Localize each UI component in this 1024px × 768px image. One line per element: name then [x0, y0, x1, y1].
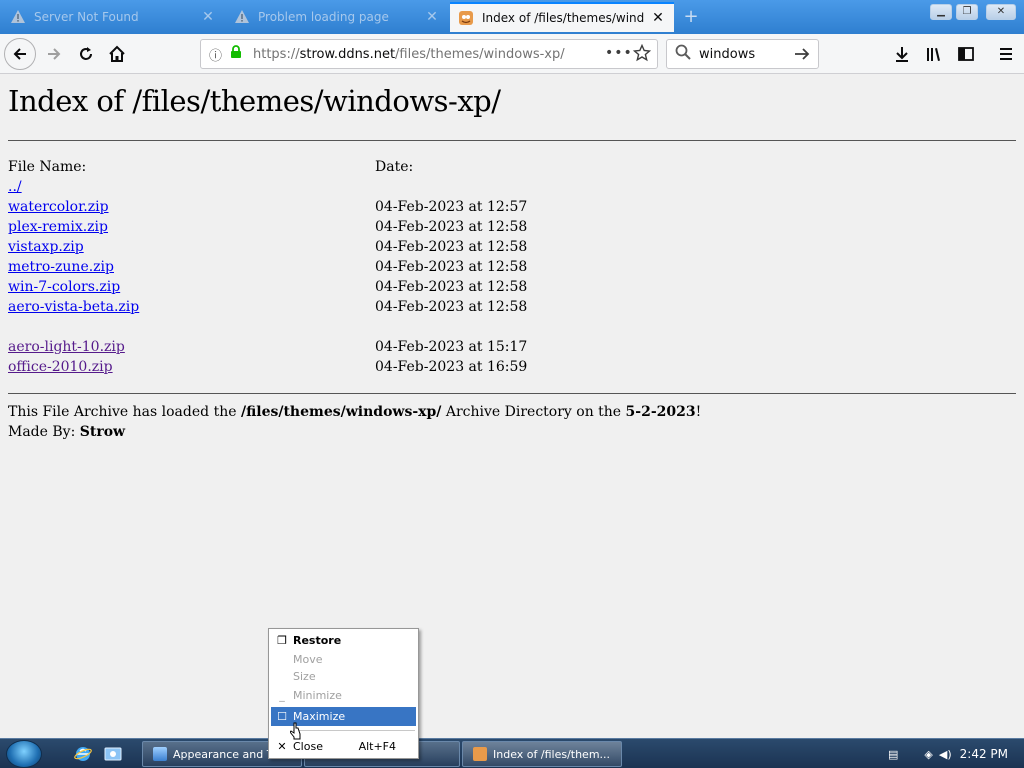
footer-text: Made By: — [8, 424, 80, 440]
page-actions-menu-icon[interactable]: ••• — [605, 45, 633, 61]
file-link[interactable]: win-7-colors.zip — [8, 279, 120, 295]
network-icon[interactable]: ◈ — [924, 748, 932, 761]
tab-title: Index of /files/themes/windows-xp/ — [482, 11, 644, 25]
tab-problem-loading[interactable]: Problem loading page ✕ — [226, 2, 448, 32]
home-icon[interactable] — [101, 38, 133, 70]
page-title: Index of /files/themes/windows-xp/ — [8, 84, 501, 118]
file-date: 04-Feb-2023 at 12:57 — [375, 199, 528, 215]
tab-close-icon[interactable]: ✕ — [200, 9, 216, 25]
tab-strip: Server Not Found ✕ Problem loading page … — [0, 0, 1024, 34]
file-date: 04-Feb-2023 at 12:58 — [375, 299, 528, 315]
navigation-toolbar: ⓘ https://strow.ddns.net/files/themes/wi… — [0, 34, 1024, 74]
file-date: 04-Feb-2023 at 12:58 — [375, 219, 528, 235]
file-date: 04-Feb-2023 at 12:58 — [375, 259, 528, 275]
file-date: 04-Feb-2023 at 12:58 — [375, 279, 528, 295]
file-link[interactable]: vistaxp.zip — [8, 239, 84, 255]
footer-directory: /files/themes/windows-xp/ — [240, 404, 442, 420]
downloads-icon[interactable] — [886, 38, 918, 70]
file-link[interactable]: aero-vista-beta.zip — [8, 299, 139, 315]
tab-index-active[interactable]: Index of /files/themes/windows-xp/ ✕ — [450, 2, 674, 32]
url-bar[interactable]: ⓘ https://strow.ddns.net/files/themes/wi… — [200, 39, 658, 69]
url-host: strow.ddns.net — [299, 46, 396, 62]
bookmark-star-icon[interactable] — [632, 43, 652, 66]
site-favicon-icon — [473, 747, 487, 761]
footer-line-author: Made By: Strow — [8, 424, 125, 440]
file-link[interactable]: metro-zune.zip — [8, 259, 114, 275]
file-link[interactable]: plex-remix.zip — [8, 219, 108, 235]
tab-title: Server Not Found — [34, 10, 139, 24]
menu-item-shortcut: Alt+F4 — [358, 740, 396, 753]
page-content: Index of /files/themes/windows-xp/ File … — [0, 74, 1024, 738]
divider — [8, 393, 1016, 394]
library-icon[interactable] — [918, 38, 950, 70]
menu-item-label: Size — [293, 670, 316, 683]
divider — [8, 140, 1016, 141]
forward-arrow-icon[interactable] — [38, 38, 70, 70]
file-link[interactable]: office-2010.zip — [8, 359, 113, 375]
menu-item-label: Restore — [293, 634, 342, 647]
footer-date: 5-2-2023 — [625, 404, 696, 420]
menu-item-label: Minimize — [293, 689, 342, 702]
tab-close-icon[interactable]: ✕ — [424, 9, 440, 25]
menu-item-restore[interactable]: ❐ Restore — [271, 631, 416, 650]
menu-item-label: Maximize — [293, 710, 346, 723]
tab-server-not-found[interactable]: Server Not Found ✕ — [2, 2, 224, 32]
url-path: /files/themes/windows-xp/ — [395, 46, 565, 62]
search-go-arrow-icon[interactable] — [793, 46, 811, 66]
mouse-pointer-icon — [289, 722, 304, 746]
taskbar-button-label: Appearance and T — [173, 747, 274, 761]
menu-separator — [293, 730, 415, 731]
tab-close-icon[interactable]: ✕ — [650, 10, 666, 26]
column-header-date: Date: — [375, 159, 414, 175]
system-tray: ▤ ◈ ◀) 2:42 PM — [874, 739, 1024, 768]
menu-item-label: Move — [293, 653, 323, 666]
menu-item-minimize[interactable]: _ Minimize — [271, 686, 416, 705]
control-panel-icon — [153, 747, 167, 761]
search-bar[interactable]: windows — [666, 39, 819, 69]
lock-icon[interactable] — [229, 45, 247, 63]
restore-window-icon[interactable]: ❐ — [956, 4, 978, 20]
footer-text: ! — [695, 404, 702, 420]
minimize-window-icon[interactable]: ▁ — [930, 4, 952, 20]
internet-explorer-icon[interactable] — [74, 745, 92, 763]
keyboard-icon[interactable]: ▤ — [888, 748, 898, 761]
menu-item-size[interactable]: Size — [271, 667, 416, 686]
new-tab-icon[interactable]: + — [680, 6, 702, 28]
file-link[interactable]: aero-light-10.zip — [8, 339, 125, 355]
file-date: 04-Feb-2023 at 12:58 — [375, 239, 528, 255]
search-input[interactable]: windows — [699, 47, 755, 62]
footer-text: Archive Directory on the — [441, 404, 626, 420]
parent-directory-link[interactable]: ../ — [8, 179, 22, 195]
site-favicon-icon — [458, 10, 474, 26]
back-arrow-icon[interactable] — [4, 38, 36, 70]
show-desktop-icon[interactable] — [104, 745, 122, 763]
footer-line-archive: This File Archive has loaded the /files/… — [8, 404, 701, 420]
restore-icon: ❐ — [277, 634, 287, 647]
taskbar-button-browser[interactable]: Index of /files/them... — [462, 741, 622, 767]
volume-icon[interactable]: ◀) — [939, 748, 952, 761]
reload-icon[interactable] — [70, 38, 102, 70]
file-date: 04-Feb-2023 at 16:59 — [375, 359, 528, 375]
footer-author: Strow — [79, 424, 126, 440]
taskbar: Appearance and T Index of /files/them...… — [0, 738, 1024, 768]
sidebar-icon[interactable] — [950, 38, 982, 70]
search-icon — [675, 44, 691, 64]
clock[interactable]: 2:42 PM — [960, 747, 1008, 761]
hamburger-menu-icon[interactable] — [990, 38, 1022, 70]
info-icon[interactable]: ⓘ — [209, 45, 227, 64]
warning-icon — [10, 9, 26, 25]
footer-text: This File Archive has loaded the — [8, 404, 241, 420]
file-date: 04-Feb-2023 at 15:17 — [375, 339, 528, 355]
column-header-name: File Name: — [8, 159, 87, 175]
close-window-icon[interactable]: ✕ — [986, 4, 1016, 20]
warning-icon — [234, 9, 250, 25]
start-orb-icon[interactable] — [6, 740, 42, 768]
minimize-icon: _ — [279, 689, 285, 702]
tab-title: Problem loading page — [258, 10, 389, 24]
taskbar-button-label: Index of /files/them... — [493, 747, 611, 761]
file-link[interactable]: watercolor.zip — [8, 199, 109, 215]
screen: Server Not Found ✕ Problem loading page … — [0, 0, 1024, 768]
url-scheme: https:// — [253, 46, 300, 62]
